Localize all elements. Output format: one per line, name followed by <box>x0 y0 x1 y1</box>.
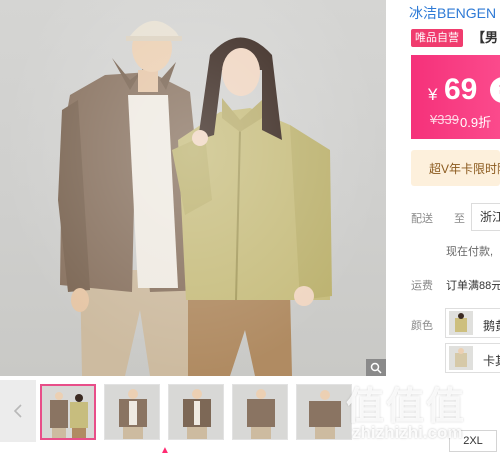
thumbnail-prev-button[interactable] <box>0 380 36 442</box>
thumbnail-1[interactable] <box>40 384 96 440</box>
brand-title[interactable]: 冰洁BENGEN <box>409 3 496 23</box>
thumbnail-image <box>42 386 94 438</box>
color-thumb-khaki <box>449 346 473 370</box>
zoom-icon[interactable] <box>366 359 386 376</box>
promo-text: 超V年卡限时降 <box>429 162 500 176</box>
coupon-coin-icon: ¥ <box>490 77 500 103</box>
thumbnail-5[interactable] <box>296 384 352 440</box>
price-current: 69 <box>444 73 478 106</box>
thumbnail-image <box>297 385 351 439</box>
photo-backdrop <box>0 0 386 376</box>
thumbnail-4[interactable] <box>232 384 288 440</box>
payment-note: 现在付款, <box>446 246 494 258</box>
color-thumb-yellow <box>449 311 473 335</box>
chevron-left-icon <box>13 404 22 418</box>
color-option-label: 卡其 <box>483 354 500 368</box>
color-option-yellow[interactable]: 鹅黄 <box>445 308 500 338</box>
shipping-text: 订单满88元 <box>446 280 500 292</box>
color-thumb-image <box>449 311 473 335</box>
price-original: ¥339 <box>430 112 459 127</box>
thumbnail-strip <box>0 380 386 442</box>
main-product-photo[interactable] <box>0 0 386 376</box>
price-block: ¥ 69 ¥ ¥339 0.9折 <box>411 55 500 139</box>
thumbnail-3[interactable] <box>168 384 224 440</box>
thumbnail-image <box>169 385 223 439</box>
magnifier-glyph <box>370 362 382 374</box>
color-option-label: 鹅黄 <box>483 319 500 333</box>
thumbnail-image <box>233 385 287 439</box>
region-select[interactable]: 浙江 <box>471 203 500 231</box>
thumbnail-2[interactable] <box>104 384 160 440</box>
product-title: 【男 <box>472 30 499 45</box>
color-option-khaki[interactable]: 卡其 <box>445 343 500 373</box>
size-option-2xl[interactable]: 2XL <box>449 430 497 452</box>
price-currency: ¥ <box>428 85 438 104</box>
vip-self-operated-badge: 唯品自营 <box>411 29 463 47</box>
shipping-label: 运费 <box>411 280 433 292</box>
promo-bar[interactable]: 超V年卡限时降 <box>411 150 500 186</box>
delivery-label: 配送 <box>411 213 433 225</box>
color-thumb-image <box>449 346 473 370</box>
thumbnail-image <box>105 385 159 439</box>
price-discount: 0.9折 <box>460 115 492 130</box>
delivery-to-label: 至 <box>454 213 465 225</box>
below-strip-marker: ▲ <box>160 445 170 455</box>
color-label: 颜色 <box>411 320 433 332</box>
